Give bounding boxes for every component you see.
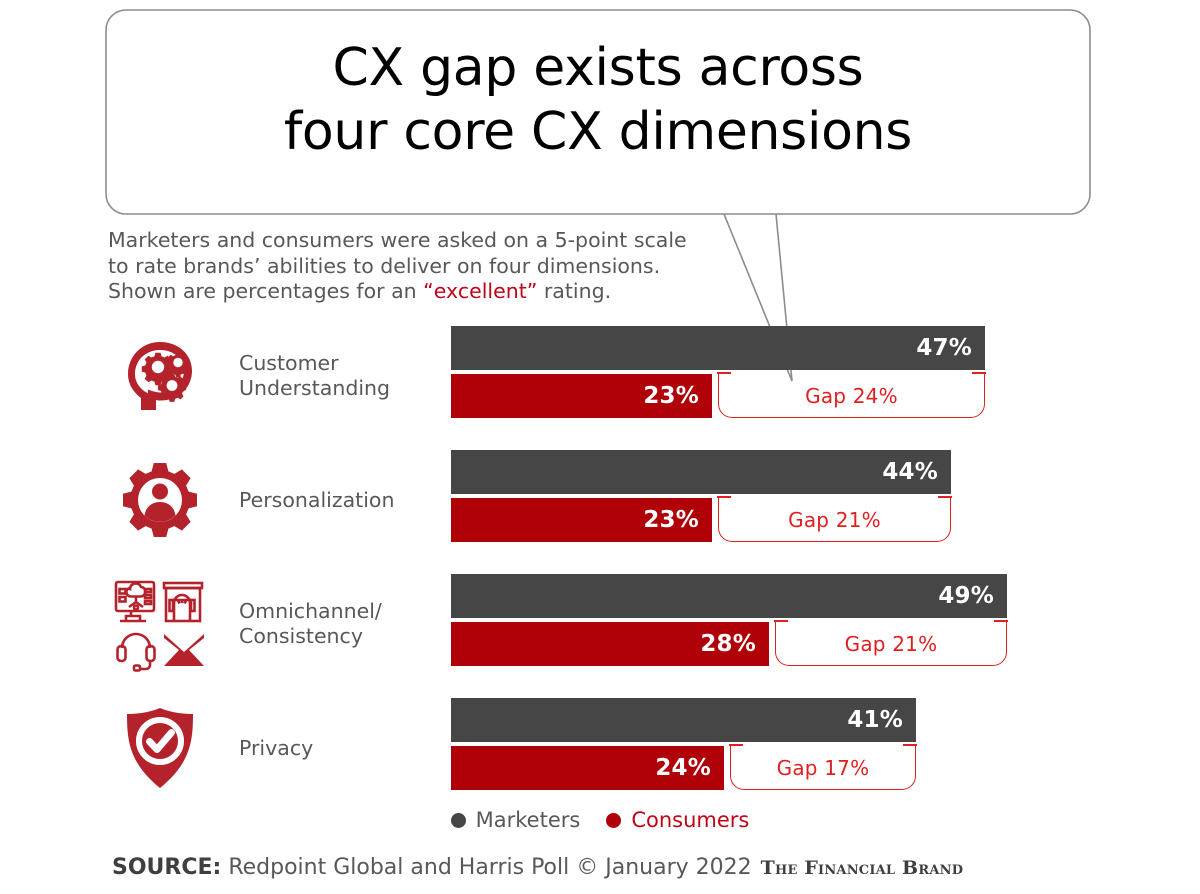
omnichannel-cluster-icon (108, 574, 212, 674)
row-label: Omnichannel/ Consistency (239, 599, 382, 648)
legend-dot-marketers-icon (450, 812, 466, 828)
gap-label: Gap 24% (805, 383, 898, 408)
consumers-value-label: 24% (655, 755, 711, 781)
gap-label: Gap 21% (844, 631, 938, 656)
subtitle-line-1: Marketers and consumers were asked on a … (108, 228, 687, 252)
chart-row: Omnichannel/ Consistency 49% 28% Gap 21% (0, 574, 1200, 674)
marketers-value-label: 49% (938, 583, 994, 609)
marketers-value-label: 41% (847, 707, 903, 733)
subtitle-highlight-excellent: “excellent” (423, 279, 538, 303)
consumers-bar: 23% (451, 498, 712, 542)
legend-label-consumers: Consumers (631, 808, 750, 832)
source-text: Redpoint Global and Harris Poll © Januar… (228, 855, 752, 880)
source-keyword: SOURCE: (112, 855, 222, 880)
subtitle-line-3: Shown are percentages for an “excellent”… (108, 279, 808, 305)
gap-box: Gap 24% (717, 372, 986, 418)
gap-label: Gap 21% (788, 507, 881, 532)
consumers-bar: 28% (451, 622, 769, 666)
legend-item-marketers: Marketers (450, 808, 581, 832)
source-line: SOURCE: Redpoint Global and Harris Poll … (112, 855, 963, 880)
subtitle-line-3-prefix: Shown are percentages for an (108, 279, 424, 303)
row-bars: 47% 23% Gap 24% (451, 326, 1200, 426)
marketers-bar: 47% (451, 326, 985, 370)
chart-row: Privacy 41% 24% Gap 17% (0, 698, 1200, 798)
consumers-value-label: 28% (700, 631, 756, 657)
chart-row: Personalization 44% 23% Gap 21% (0, 450, 1200, 550)
row-label: Privacy (239, 735, 314, 760)
marketers-bar: 44% (451, 450, 951, 494)
legend-label-marketers: Marketers (475, 808, 581, 832)
gap-box: Gap 21% (717, 496, 952, 542)
marketers-value-label: 44% (882, 459, 938, 485)
consumers-bar: 24% (451, 746, 724, 790)
cx-gap-bar-chart: Customer Understanding 47% 23% Gap 24% P… (0, 326, 1200, 822)
gap-box: Gap 21% (774, 620, 1008, 666)
row-bars: 49% 28% Gap 21% (451, 574, 1200, 674)
gear-person-icon (108, 450, 212, 550)
legend-dot-consumers-icon (606, 812, 622, 828)
row-bars: 41% 24% Gap 17% (451, 698, 1200, 798)
page-title: CX gap exists across four core CX dimens… (283, 38, 913, 162)
marketers-value-label: 47% (916, 335, 972, 361)
source-brand: The Financial Brand (760, 857, 964, 879)
row-label: Customer Understanding (239, 351, 391, 400)
gap-label: Gap 17% (776, 755, 870, 780)
legend-item-consumers: Consumers (606, 808, 749, 832)
subtitle-text: Marketers and consumers were asked on a … (108, 228, 808, 305)
marketers-bar: 41% (451, 698, 916, 742)
row-bars: 44% 23% Gap 21% (451, 450, 1200, 550)
subtitle-line-3-suffix: rating. (537, 279, 612, 303)
gap-box: Gap 17% (729, 744, 917, 790)
row-label: Personalization (239, 487, 395, 512)
chart-legend: Marketers Consumers (0, 808, 1200, 832)
chart-row: Customer Understanding 47% 23% Gap 24% (0, 326, 1200, 426)
head-gears-icon (108, 326, 212, 426)
consumers-value-label: 23% (643, 383, 699, 409)
shield-check-icon (108, 698, 212, 798)
consumers-value-label: 23% (643, 507, 699, 533)
marketers-bar: 49% (451, 574, 1007, 618)
consumers-bar: 23% (451, 374, 712, 418)
subtitle-line-2: to rate brands’ abilities to deliver on … (108, 253, 661, 278)
